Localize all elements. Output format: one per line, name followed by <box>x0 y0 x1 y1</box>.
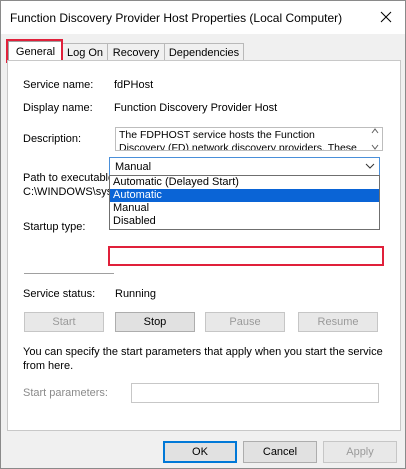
start-params-hint: You can specify the start parameters tha… <box>23 346 383 372</box>
display-name-value: Function Discovery Provider Host <box>114 102 278 114</box>
display-name-label: Display name: <box>23 102 93 114</box>
start-params-label: Start parameters: <box>23 387 108 399</box>
apply-button[interactable]: Apply <box>323 441 397 463</box>
title-bar: Function Discovery Provider Host Propert… <box>1 1 405 34</box>
option-disabled[interactable]: Disabled <box>110 215 379 228</box>
service-name-value: fdPHost <box>114 79 154 91</box>
startup-type-label: Startup type: <box>23 221 86 233</box>
apply-button-label: Apply <box>346 446 374 458</box>
start-params-input[interactable] <box>131 383 379 403</box>
path-label: Path to executable: <box>23 172 118 184</box>
option-manual[interactable]: Manual <box>110 202 379 215</box>
option-automatic-delayed[interactable]: Automatic (Delayed Start) <box>110 176 379 189</box>
startup-type-select[interactable]: Manual <box>109 157 380 177</box>
general-panel: Service name: fdPHost Display name: Func… <box>7 60 401 431</box>
description-text: The FDPHOST service hosts the Function D… <box>119 129 357 151</box>
pause-button[interactable]: Pause <box>205 312 285 332</box>
tab-general[interactable]: General <box>8 41 63 62</box>
tab-recovery[interactable]: Recovery <box>107 43 165 61</box>
tab-dependencies[interactable]: Dependencies <box>164 43 244 61</box>
startup-type-dropdown: Automatic (Delayed Start) Automatic Manu… <box>109 175 380 230</box>
pause-button-label: Pause <box>229 316 261 328</box>
description-label: Description: <box>23 133 82 145</box>
description-scrollbar[interactable] <box>368 128 382 150</box>
window-title: Function Discovery Provider Host Propert… <box>10 11 343 25</box>
stop-button-label: Stop <box>143 316 167 328</box>
tab-general-label: General <box>15 46 56 58</box>
resume-button-label: Resume <box>317 316 359 328</box>
cancel-button[interactable]: Cancel <box>243 441 317 463</box>
startup-type-value: Manual <box>115 161 152 173</box>
scroll-up-icon[interactable] <box>371 128 379 134</box>
chevron-down-icon[interactable] <box>365 163 375 169</box>
properties-dialog: Function Discovery Provider Host Propert… <box>0 0 406 469</box>
service-status-value: Running <box>115 288 156 300</box>
description-box[interactable]: The FDPHOST service hosts the Function D… <box>115 127 383 151</box>
option-automatic[interactable]: Automatic <box>110 189 379 202</box>
service-name-label: Service name: <box>23 79 94 91</box>
tab-log-on-label: Log On <box>66 46 104 59</box>
stop-button[interactable]: Stop <box>115 312 195 332</box>
start-button-label: Start <box>52 316 76 328</box>
close-icon[interactable] <box>375 7 397 27</box>
start-button[interactable]: Start <box>24 312 104 332</box>
separator <box>24 273 114 274</box>
tab-recovery-label: Recovery <box>112 46 160 59</box>
ok-button[interactable]: OK <box>163 441 237 463</box>
service-status-label: Service status: <box>23 288 96 300</box>
tab-dependencies-label: Dependencies <box>168 46 240 59</box>
resume-button[interactable]: Resume <box>298 312 378 332</box>
cancel-button-label: Cancel <box>262 446 298 458</box>
scroll-down-icon[interactable] <box>371 144 379 150</box>
tab-log-on[interactable]: Log On <box>62 43 108 61</box>
ok-button-label: OK <box>192 446 208 458</box>
